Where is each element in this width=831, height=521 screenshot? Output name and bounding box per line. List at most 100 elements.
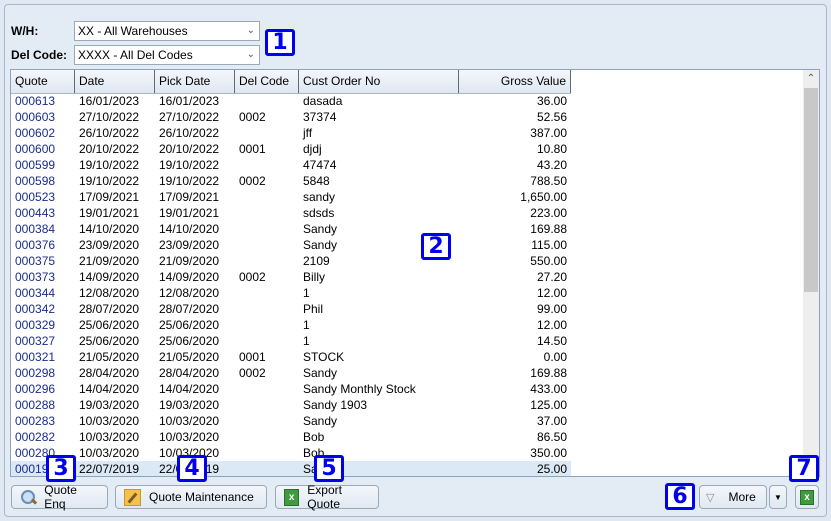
more-dropdown-button[interactable]: ▼	[769, 485, 787, 509]
annotation-badge-3: 3	[46, 455, 76, 482]
more-button[interactable]: ▽ More	[699, 485, 767, 509]
quote-enq-button[interactable]: Quote Enq	[11, 483, 108, 511]
table-row[interactable]: 000443 19/01/2021 19/01/2021 sdsds 223.00	[11, 205, 571, 221]
cell-cust-order-no: Sandy	[303, 366, 338, 380]
column-header-del-code[interactable]: Del Code	[235, 70, 299, 93]
delcode-value: XXXX - All Del Codes	[78, 48, 193, 62]
export-excel-button[interactable]: x	[795, 485, 819, 509]
cell-quote: 000373	[15, 270, 56, 284]
table-row[interactable]: 000613 16/01/2023 16/01/2023 dasada 36.00	[11, 93, 571, 109]
export-quote-button[interactable]: x Export Quote	[275, 483, 379, 511]
column-header-gross-value[interactable]: Gross Value	[459, 70, 571, 93]
table-header: Quote Date Pick Date Del Code Cust Order…	[11, 70, 571, 94]
table-row[interactable]: 000600 20/10/2022 20/10/2022 0001 djdj 10.80	[11, 141, 571, 157]
cell-pick-date: 16/01/2023	[159, 94, 220, 108]
cell-pick-date: 10/03/2020	[159, 414, 220, 428]
cell-date: 26/10/2022	[79, 126, 140, 140]
delcode-select[interactable]: XXXX - All Del Codes ⌄	[74, 45, 260, 65]
cell-pick-date: 25/06/2020	[159, 318, 220, 332]
cell-pick-date: 26/10/2022	[159, 126, 220, 140]
column-header-pick-date[interactable]: Pick Date	[155, 70, 235, 93]
quote-maintenance-label: Quote Maintenance	[149, 490, 254, 504]
table-row[interactable]: 000375 21/09/2020 21/09/2020 2109 550.00	[11, 253, 571, 269]
cell-del-code: 0002	[239, 366, 266, 380]
table-row[interactable]: 000288 19/03/2020 19/03/2020 Sandy 1903 125.…	[11, 397, 571, 413]
cell-quote: 000344	[15, 286, 56, 300]
cell-cust-order-no: 1	[303, 334, 310, 348]
cell-pick-date: 21/09/2020	[159, 254, 220, 268]
table-row[interactable]: 000296 14/04/2020 14/04/2020 Sandy Monthly …	[11, 381, 571, 397]
cell-gross-value: 550.00	[530, 254, 567, 268]
cell-quote: 000283	[15, 414, 56, 428]
cell-del-code	[235, 157, 299, 173]
cell-cust-order-no: 5848	[303, 174, 330, 188]
table-row[interactable]: 000329 25/06/2020 25/06/2020 1 12.00	[11, 317, 571, 333]
cell-quote: 000321	[15, 350, 56, 364]
cell-del-code	[235, 317, 299, 333]
cell-date: 12/08/2020	[79, 286, 140, 300]
table-row[interactable]: 000321 21/05/2020 21/05/2020 0001 STOCK 0.00	[11, 349, 571, 365]
cell-date: 10/03/2020	[79, 430, 140, 444]
quote-maintenance-button[interactable]: Quote Maintenance	[115, 485, 267, 509]
table-row[interactable]: 000602 26/10/2022 26/10/2022 jff 387.00	[11, 125, 571, 141]
cell-gross-value: 52.56	[536, 110, 567, 124]
annotation-badge-2: 2	[421, 233, 451, 260]
cell-cust-order-no: 37374	[303, 110, 337, 124]
cell-gross-value: 387.00	[530, 126, 567, 140]
table-row[interactable]: 000283 10/03/2020 10/03/2020 Sandy 37.00	[11, 413, 571, 429]
cell-gross-value: 86.50	[536, 430, 567, 444]
table-row[interactable]: 000598 19/10/2022 19/10/2022 0002 5848 788.50	[11, 173, 571, 189]
cell-pick-date: 19/01/2021	[159, 206, 220, 220]
table-row[interactable]: 000298 28/04/2020 28/04/2020 0002 Sandy 169.8…	[11, 365, 571, 381]
cell-del-code: 0002	[239, 174, 266, 188]
cell-del-code	[235, 221, 299, 237]
cell-del-code: 0002	[239, 110, 266, 124]
quote-enq-label: Quote Enq	[44, 483, 77, 511]
cell-del-code	[235, 237, 299, 253]
table-row[interactable]: 000327 25/06/2020 25/06/2020 1 14.50	[11, 333, 571, 349]
table-row[interactable]: 000373 14/09/2020 14/09/2020 0002 Billy 27.20	[11, 269, 571, 285]
cell-gross-value: 350.00	[530, 446, 567, 460]
cell-gross-value: 12.00	[536, 286, 567, 300]
export-quote-label: Export Quote	[307, 483, 342, 511]
table-row[interactable]: 000603 27/10/2022 27/10/2022 0002 37374 52.56	[11, 109, 571, 125]
vertical-scrollbar[interactable]: ⌃	[803, 70, 819, 476]
table-row[interactable]: 000523 17/09/2021 17/09/2021 sandy 1,650.00	[11, 189, 571, 205]
warehouse-select[interactable]: XX - All Warehouses ⌄	[74, 21, 260, 41]
table-row[interactable]: 0001922/07/201922/07/2019Sa25.00	[11, 461, 571, 476]
delcode-label: Del Code:	[11, 48, 68, 62]
table-row[interactable]: 000376 23/09/2020 23/09/2020 Sandy 115.00	[11, 237, 571, 253]
cell-quote: 000598	[15, 174, 56, 188]
column-header-quote[interactable]: Quote	[11, 70, 75, 93]
column-header-date[interactable]: Date	[75, 70, 155, 93]
cell-quote: 000298	[15, 366, 56, 380]
cell-gross-value: 27.20	[536, 270, 567, 284]
quotes-table: Quote Date Pick Date Del Code Cust Order…	[10, 69, 820, 477]
cell-quote: 000329	[15, 318, 56, 332]
cell-date: 14/10/2020	[79, 222, 140, 236]
table-row[interactable]: 000344 12/08/2020 12/08/2020 1 12.00	[11, 285, 571, 301]
table-row[interactable]: 000282 10/03/2020 10/03/2020 Bob 86.50	[11, 429, 571, 445]
cell-date: 19/10/2022	[79, 158, 140, 172]
cell-quote: 000602	[15, 126, 56, 140]
cell-date: 19/01/2021	[79, 206, 140, 220]
column-header-cust-order-no[interactable]: Cust Order No	[299, 70, 459, 93]
cell-quote: 000282	[15, 430, 56, 444]
scrollbar-thumb[interactable]	[804, 88, 818, 292]
cell-del-code: 0001	[239, 350, 266, 364]
table-row[interactable]: 000280 10/03/2020 10/03/2020 Bob 350.00	[11, 445, 571, 461]
cell-cust-order-no: dasada	[303, 94, 343, 108]
table-row[interactable]: 000342 28/07/2020 28/07/2020 Phil 99.00	[11, 301, 571, 317]
edit-note-icon	[124, 488, 141, 506]
cell-pick-date: 17/09/2021	[159, 190, 220, 204]
annotation-badge-6: 6	[665, 483, 695, 510]
table-row[interactable]: 000599 19/10/2022 19/10/2022 47474 43.20	[11, 157, 571, 173]
cell-quote: 000603	[15, 110, 56, 124]
table-row[interactable]: 000384 14/10/2020 14/10/2020 Sandy 169.88	[11, 221, 571, 237]
cell-quote: 000600	[15, 142, 56, 156]
cell-del-code	[235, 301, 299, 317]
chevron-down-icon: ⌄	[246, 25, 255, 36]
cell-quote: 000342	[15, 302, 56, 316]
scroll-up-icon[interactable]: ⌃	[803, 70, 819, 87]
cell-date: 16/01/2023	[79, 94, 140, 108]
